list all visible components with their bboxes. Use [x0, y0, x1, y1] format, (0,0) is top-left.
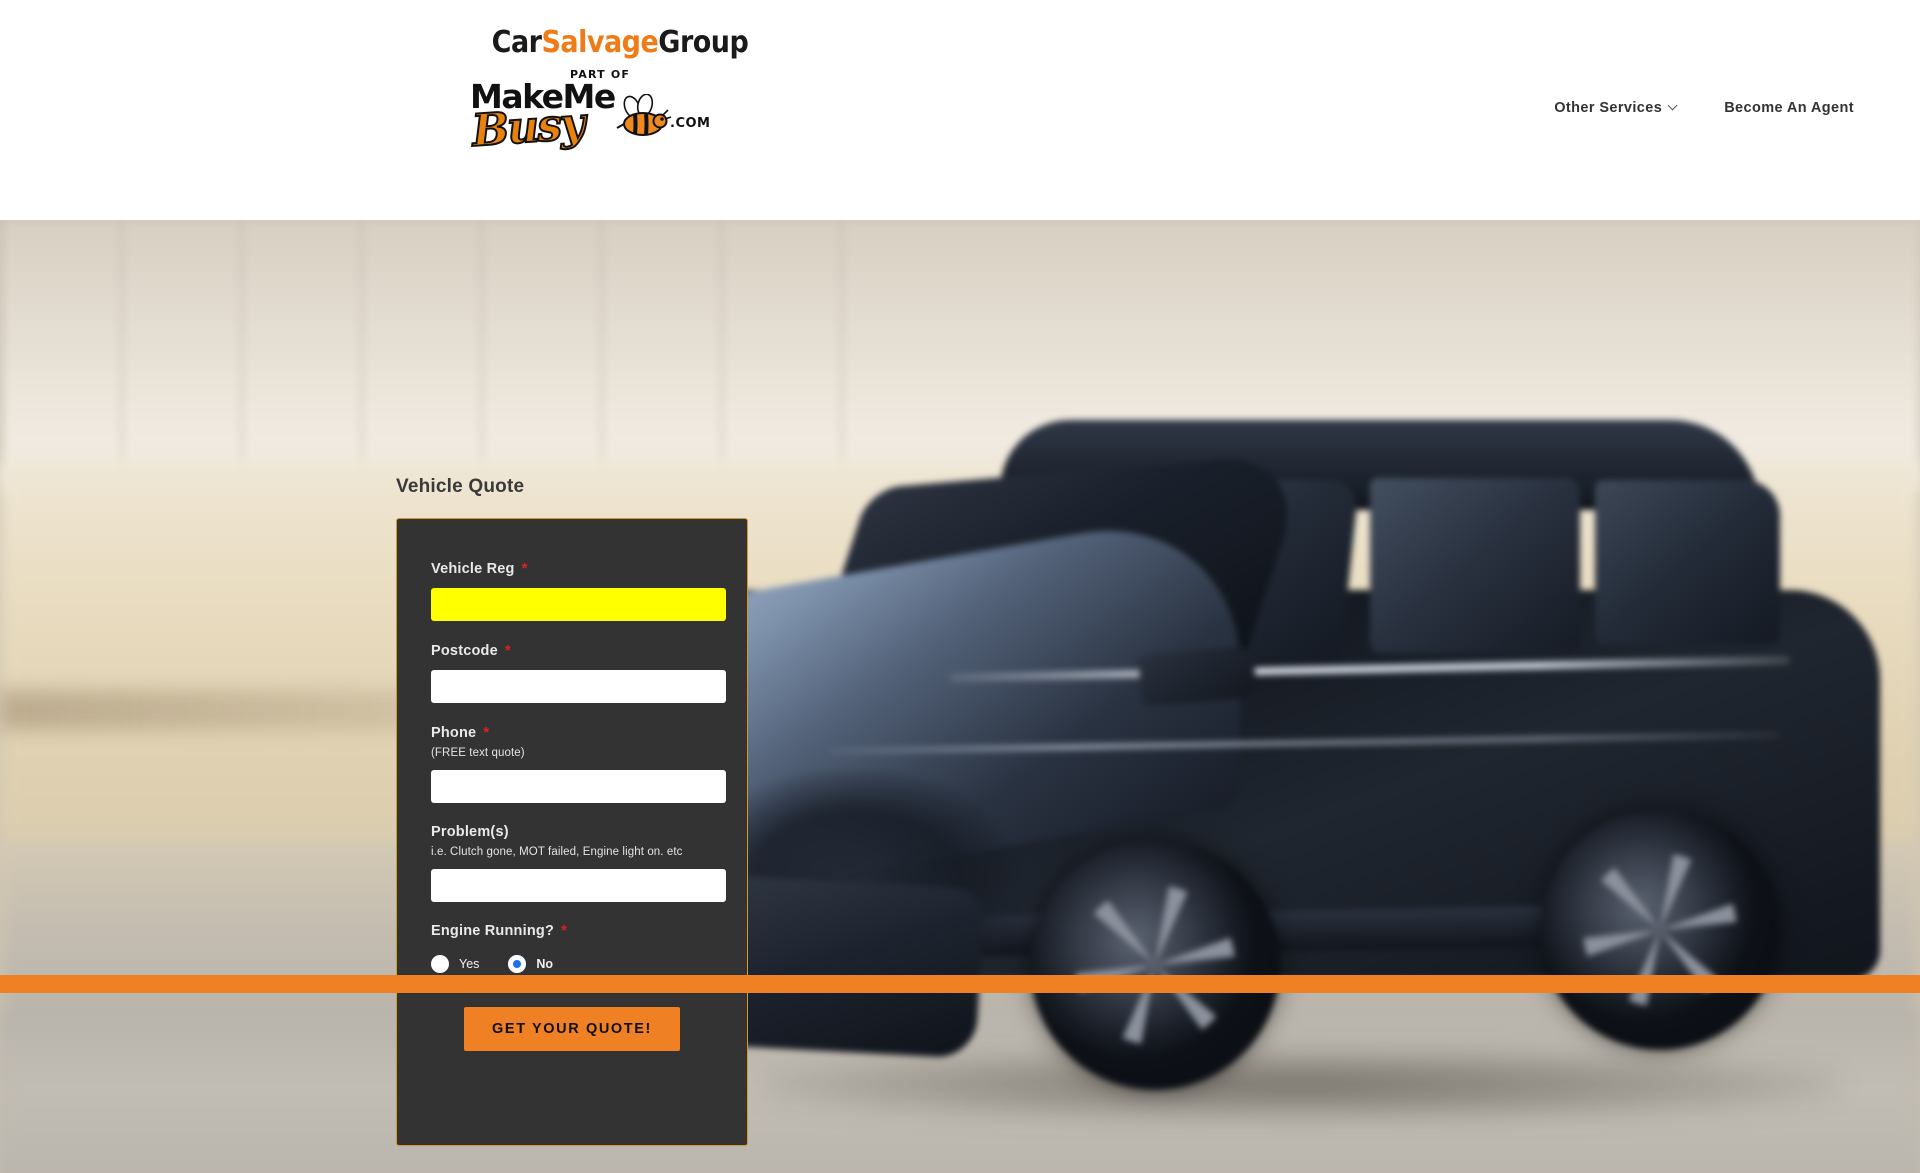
logo-text-car: Car: [491, 25, 542, 60]
radio-label-yes: Yes: [459, 957, 480, 971]
field-engine-running: Engine Running? * Yes No: [431, 923, 713, 973]
field-label-text: Engine Running?: [431, 923, 555, 939]
required-marker: *: [504, 642, 511, 659]
nav-item-label: Other Services: [1554, 100, 1663, 116]
radio-option-no[interactable]: No: [508, 955, 553, 973]
field-description-problems: i.e. Clutch gone, MOT failed, Engine lig…: [431, 846, 683, 858]
get-your-quote-button[interactable]: GET YOUR QUOTE!: [464, 1007, 680, 1051]
problems-input[interactable]: [431, 869, 726, 902]
vehicle-quote-form: Vehicle Reg * Postcode * Phone * (FREE t…: [396, 518, 748, 1146]
field-label-engine-running: Engine Running? *: [431, 923, 713, 939]
submit-button-wrapper: GET YOUR QUOTE!: [431, 1007, 713, 1051]
field-label-text: Problem(s): [431, 824, 509, 840]
logo-wordmark: CarSalvageGroup: [470, 28, 770, 58]
logo-text-group: Group: [658, 25, 749, 60]
field-label-text: Phone: [431, 725, 477, 741]
radio-dot-no[interactable]: [508, 955, 527, 973]
nav-item-other-services[interactable]: Other Services: [1554, 100, 1678, 116]
field-label-phone: Phone *: [431, 725, 713, 741]
logo-block[interactable]: CarSalvageGroup PART OF MakeMe Busy .COM: [469, 28, 770, 193]
required-marker: *: [483, 724, 490, 741]
radio-label-no: No: [536, 957, 554, 971]
logo-text-salvage: Salvage: [541, 25, 659, 60]
chevron-down-icon[interactable]: [1669, 102, 1678, 111]
phone-input[interactable]: [431, 770, 726, 803]
car-shadow: [760, 1050, 1840, 1120]
vehicle-reg-input[interactable]: [431, 588, 726, 621]
field-postcode: Postcode *: [431, 643, 726, 703]
car-rear-wheel: [1540, 810, 1780, 1050]
car-rear-door-window: [1370, 478, 1580, 653]
field-label-vehicle-reg: Vehicle Reg *: [431, 561, 713, 577]
car-quarter-window: [1595, 480, 1780, 645]
required-marker: *: [521, 560, 528, 577]
field-phone: Phone * (FREE text quote): [431, 725, 726, 803]
nav-item-become-an-agent[interactable]: Become An Agent: [1724, 100, 1854, 116]
field-label-problems: Problem(s): [431, 824, 713, 840]
main-navigation: Other Services Become An Agent: [1554, 100, 1854, 116]
hero-background-photo: [0, 220, 1920, 1173]
damaged-suv-illustration: [620, 410, 1920, 1120]
engine-running-radio-group: Yes No: [431, 955, 713, 973]
footer-accent-bar: [0, 975, 1920, 993]
radio-option-yes[interactable]: Yes: [431, 955, 479, 973]
site-header: CarSalvageGroup PART OF MakeMe Busy .COM: [0, 0, 1920, 220]
field-label-text: Vehicle Reg: [431, 561, 515, 577]
field-vehicle-reg: Vehicle Reg *: [431, 561, 726, 621]
logo-busy-text: Busy: [469, 97, 586, 158]
car-wing-mirror: [1137, 645, 1258, 707]
postcode-input[interactable]: [431, 670, 726, 703]
car-front-wheel: [1030, 840, 1280, 1090]
field-description-phone: (FREE text quote): [431, 747, 525, 759]
bee-icon: [616, 94, 672, 136]
field-label-text: Postcode: [431, 643, 498, 659]
hero-section: Vehicle Quote Vehicle Reg * Postcode * P…: [0, 220, 1920, 1173]
field-label-postcode: Postcode *: [431, 643, 713, 659]
logo-dotcom-text: .COM: [670, 116, 711, 131]
radio-dot-yes[interactable]: [431, 955, 449, 973]
makemebusy-logo[interactable]: PART OF MakeMe Busy .COM: [469, 68, 770, 163]
nav-item-label: Become An Agent: [1724, 100, 1854, 116]
required-marker: *: [561, 922, 568, 939]
field-problems: Problem(s) i.e. Clutch gone, MOT failed,…: [431, 824, 726, 902]
page-title: Vehicle Quote: [396, 476, 525, 497]
